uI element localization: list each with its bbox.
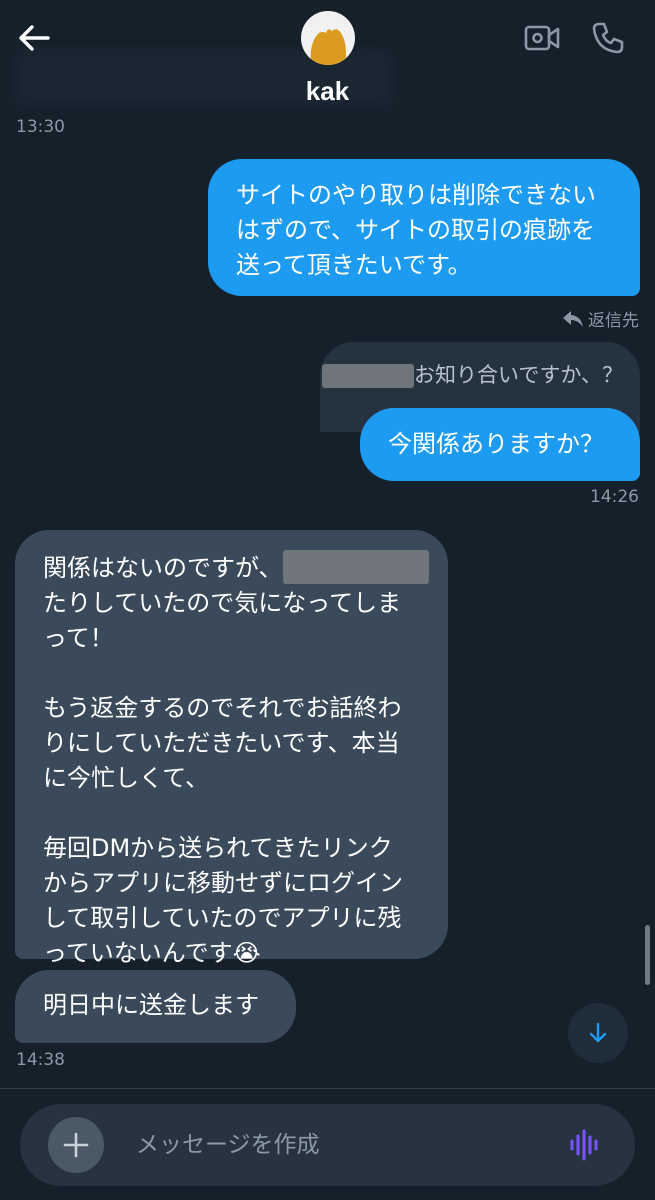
divider (0, 1088, 655, 1089)
back-arrow-icon (19, 25, 50, 51)
reply-to-text: 返信先 (588, 311, 639, 331)
add-attachment-button[interactable] (48, 1117, 104, 1173)
message-input[interactable] (134, 1131, 565, 1159)
arrow-down-icon (589, 1022, 607, 1043)
message-line: たりしていたので気になってしま (43, 589, 402, 617)
reply-arrow-icon (563, 310, 583, 327)
timestamp: 13:30 (16, 117, 65, 137)
message-line: に今忙しくて、 (43, 764, 210, 792)
message-line: はずので、サイトの取引の痕跡を (236, 216, 596, 244)
message-line: って！ (43, 624, 114, 652)
message-text: 明日中に送金します (43, 991, 259, 1019)
incoming-message-bubble[interactable]: 明日中に送金します (15, 970, 296, 1043)
outgoing-message-bubble[interactable]: サイトのやり取りは削除できない はずので、サイトの取引の痕跡を 送って頂きたいで… (208, 159, 640, 296)
message-line: サイトのやり取りは削除できない (236, 181, 596, 209)
scrollbar[interactable] (645, 925, 650, 985)
avatar[interactable] (301, 11, 355, 65)
back-button[interactable] (14, 18, 54, 58)
message-line: っていないんです (43, 939, 233, 967)
message-line: もう返金するのでそれでお話終わ (43, 694, 402, 722)
outgoing-message-bubble[interactable]: 今関係ありますか？ (360, 408, 640, 481)
conversation-title: kak (305, 76, 350, 106)
voice-waveform-icon (570, 1129, 598, 1161)
timestamp: 14:38 (16, 1050, 65, 1070)
message-line: からアプリに移動せずにログイン (43, 869, 403, 897)
incoming-message-bubble[interactable]: 関係はないのですが、 たりしていたので気になってしま って！ もう返金するのでそ… (15, 530, 448, 967)
phone-call-icon (592, 22, 624, 54)
plus-icon (63, 1132, 89, 1158)
message-line: りにしていただきたいです、本当 (43, 729, 400, 757)
crying-face-emoji: 😭 (232, 939, 261, 967)
video-call-button[interactable] (522, 18, 562, 58)
redacted-text (322, 364, 414, 388)
quoted-message-text: お知り合いですか、？ (414, 363, 623, 387)
voice-message-button[interactable] (565, 1125, 605, 1165)
reply-to-label[interactable]: 返信先 (562, 306, 639, 331)
timestamp: 14:26 (590, 487, 639, 507)
video-call-icon (524, 25, 560, 51)
message-line: して取引していたのでアプリに残 (43, 904, 402, 932)
message-composer (20, 1104, 635, 1186)
message-text: 今関係ありますか？ (388, 430, 604, 458)
scroll-to-bottom-button[interactable] (568, 1003, 628, 1063)
message-line: 関係はないのですが、 (43, 554, 283, 582)
avatar-image-icon (310, 29, 346, 65)
message-line: 毎回DMから送られてきたリンク (43, 834, 393, 862)
phone-call-button[interactable] (588, 18, 628, 58)
redacted-text (282, 550, 429, 584)
message-line: 送って頂きたいです。 (236, 251, 472, 279)
